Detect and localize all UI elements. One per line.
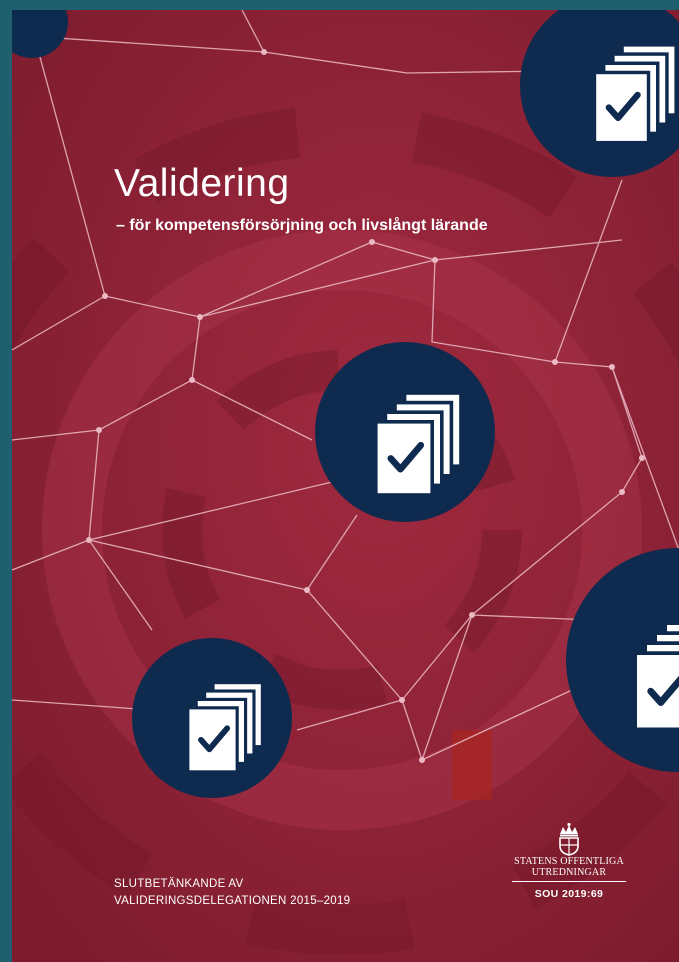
publisher-name-line-1: STATENS OFFENTLIGA	[514, 856, 624, 867]
publisher-name-line-2: UTREDNINGAR	[531, 867, 607, 878]
book-cover: Validering – för kompetensförsörjning oc…	[12, 10, 679, 962]
publisher-divider	[512, 881, 626, 882]
publisher-block: STATENS OFFENTLIGA UTREDNINGAR SOU 2019:…	[506, 822, 632, 900]
cover-artwork	[12, 10, 679, 962]
badge-bottom-left	[132, 638, 292, 798]
report-label-line-2: VALIDERINGSDELEGATIONEN 2015–2019	[114, 895, 351, 907]
series-number: SOU 2019:69	[534, 888, 604, 900]
report-label: SLUTBETÄNKANDE AV VALIDERINGSDELEGATIONE…	[114, 876, 350, 910]
accent-block	[452, 730, 492, 800]
crown-logo-icon	[559, 822, 579, 856]
report-label-line-1: SLUTBETÄNKANDE AV	[114, 878, 244, 890]
cover-subtitle: – för kompetensförsörjning och livslångt…	[116, 217, 488, 234]
cover-title: Validering	[114, 162, 290, 205]
badge-center	[315, 342, 495, 522]
